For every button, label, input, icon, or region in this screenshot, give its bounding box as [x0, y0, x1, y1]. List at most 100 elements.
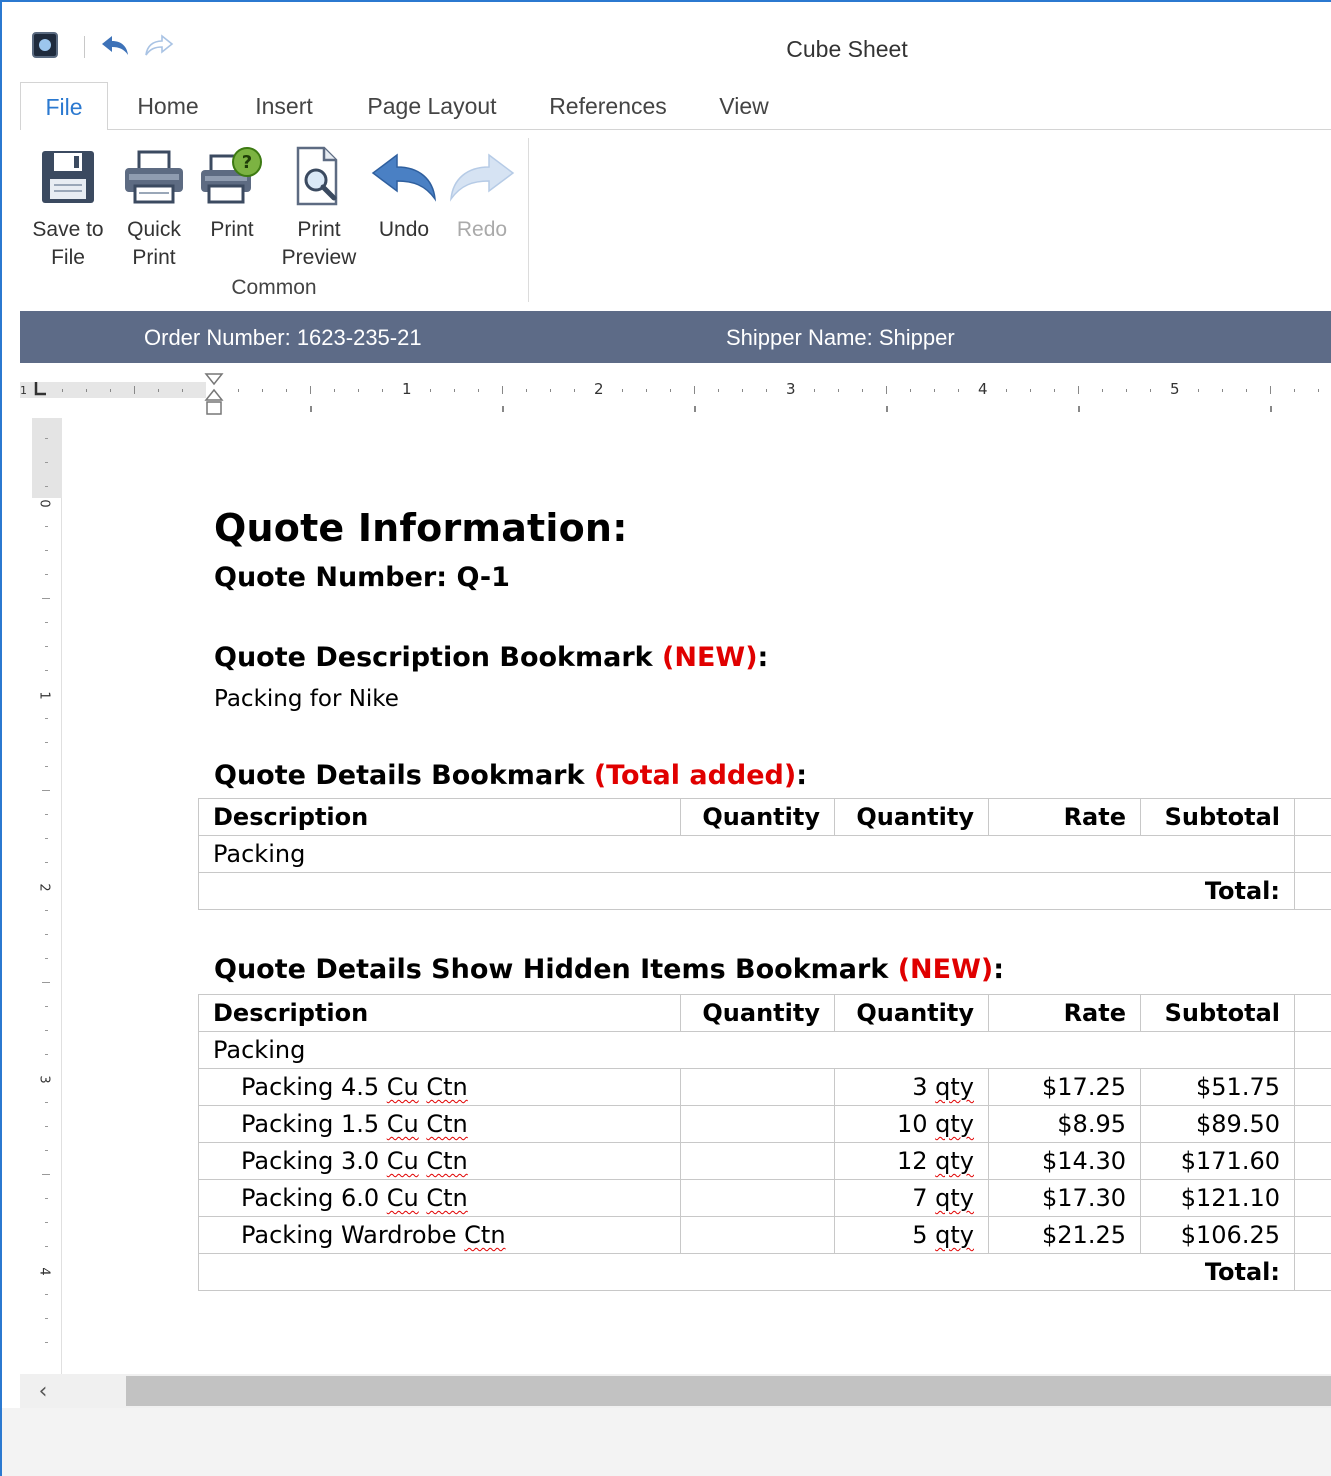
save-to-file-button[interactable]: Save to File — [26, 138, 110, 272]
quote-description-text: Packing for Nike — [214, 686, 399, 712]
cell — [1294, 1142, 1331, 1180]
item-quantity: 7 qty — [834, 1179, 989, 1217]
save-icon — [42, 151, 94, 203]
item-description: Packing 3.0 Cu Ctn — [198, 1142, 681, 1180]
cell — [1294, 872, 1331, 910]
hidden-items-heading-text: Quote Details Show Hidden Items Bookmark — [214, 954, 898, 985]
item-quantity: 10 qty — [834, 1105, 989, 1143]
vertical-ruler-graphic — [32, 418, 62, 1343]
cell — [1294, 1253, 1331, 1291]
undo-icon — [371, 153, 437, 202]
tab-file[interactable]: File — [20, 82, 108, 131]
horizontal-ruler[interactable]: 1 1 2 3 4 5 — [20, 370, 1331, 418]
item-subtotal: $106.25 — [1140, 1216, 1295, 1254]
cell — [680, 1105, 835, 1143]
item-quantity: 5 qty — [834, 1216, 989, 1254]
col-subtotal: Subtotal — [1140, 994, 1295, 1032]
svg-text:?: ? — [242, 152, 252, 173]
table-header-row: Description Quantity Quantity Rate Subto… — [198, 798, 1331, 836]
redo-label: Redo — [456, 218, 508, 241]
ribbon-tabs: File Home Insert Page Layout References … — [20, 82, 1331, 131]
item-quantity: 12 qty — [834, 1142, 989, 1180]
print-preview-label-1: Print — [297, 218, 341, 241]
heading-colon: : — [757, 642, 769, 673]
cell — [1294, 835, 1331, 873]
tab-page-layout[interactable]: Page Layout — [360, 82, 504, 130]
table-row: Packing 1.5 Cu Ctn 10 qty $8.95 $89.50 — [198, 1105, 1331, 1143]
scrollbar-thumb[interactable] — [126, 1376, 1331, 1406]
tab-insert[interactable]: Insert — [240, 82, 328, 130]
quote-number-heading: Quote Number: Q-1 — [214, 562, 510, 593]
print-preview-button[interactable]: Print Preview — [276, 138, 362, 272]
item-rate: $8.95 — [988, 1105, 1141, 1143]
order-number-text: Order Number: 1623-235-21 — [144, 325, 422, 350]
quick-print-button[interactable]: Quick Print — [120, 138, 188, 272]
shipper-name-text: Shipper Name: Shipper — [726, 325, 955, 350]
item-subtotal: $89.50 — [1140, 1105, 1295, 1143]
cell — [680, 1068, 835, 1106]
item-subtotal: $51.75 — [1140, 1068, 1295, 1106]
vruler-number-4: 4 — [36, 1267, 52, 1276]
document-page[interactable]: Quote Information: Quote Number: Q-1 Quo… — [62, 418, 1331, 1374]
status-bar — [2, 1408, 1331, 1476]
tab-view[interactable]: View — [706, 82, 782, 130]
item-rate: $17.25 — [988, 1068, 1141, 1106]
item-rate: $14.30 — [988, 1142, 1141, 1180]
ruler-number-1: 1 — [402, 380, 412, 398]
total-label: Total: — [198, 1253, 1295, 1291]
col-quantity-2: Quantity — [834, 994, 989, 1032]
cell — [1294, 1216, 1331, 1254]
vertical-ruler[interactable]: 0 1 2 3 4 — [32, 418, 62, 1374]
item-description: Packing 1.5 Cu Ctn — [198, 1105, 681, 1143]
col-rate: Rate — [988, 994, 1141, 1032]
heading-colon: : — [796, 760, 808, 791]
item-description: Packing 4.5 Cu Ctn — [198, 1068, 681, 1106]
vruler-number-1: 1 — [36, 691, 52, 700]
new-tag: (NEW) — [897, 954, 994, 985]
svg-text:1: 1 — [20, 384, 27, 397]
hidden-items-heading: Quote Details Show Hidden Items Bookmark… — [214, 954, 1004, 985]
undo-label: Undo — [378, 218, 430, 241]
vruler-number-3: 3 — [36, 1075, 52, 1084]
table-total-row: Total: — [198, 872, 1331, 910]
item-rate: $17.30 — [988, 1179, 1141, 1217]
redo-button[interactable]: Redo — [446, 138, 518, 244]
tab-home[interactable]: Home — [124, 82, 212, 130]
ruler-number-5: 5 — [1170, 380, 1180, 398]
group-label: Packing — [198, 1031, 1295, 1069]
app-window: Cube Sheet File Home Insert Page Layout … — [0, 0, 1331, 1476]
col-rate: Rate — [988, 798, 1141, 836]
item-quantity: 3 qty — [834, 1068, 989, 1106]
print-icon: ? — [201, 147, 262, 204]
scroll-left-button[interactable]: ‹ — [28, 1376, 58, 1406]
table-row: Packing 6.0 Cu Ctn 7 qty $17.30 $121.10 — [198, 1179, 1331, 1217]
redo-icon — [449, 153, 515, 202]
tab-references[interactable]: References — [544, 82, 672, 130]
col-extra — [1294, 994, 1331, 1032]
quote-information-heading: Quote Information: — [214, 506, 628, 550]
col-quantity-1: Quantity — [680, 798, 835, 836]
ruler-number-4: 4 — [978, 380, 988, 398]
quick-print-label-2: Print — [132, 246, 176, 269]
quote-details-table: Description Quantity Quantity Rate Subto… — [198, 798, 1331, 910]
quote-details-heading: Quote Details Bookmark (Total added): — [214, 760, 807, 791]
table-row: Packing — [198, 1031, 1331, 1069]
undo-button[interactable]: Undo — [368, 138, 440, 244]
col-quantity-2: Quantity — [834, 798, 989, 836]
col-description: Description — [198, 798, 681, 836]
total-label: Total: — [198, 872, 1295, 910]
quote-description-heading: Quote Description Bookmark (NEW): — [214, 642, 768, 673]
horizontal-scrollbar[interactable]: ‹ — [20, 1374, 1331, 1408]
item-rate: $21.25 — [988, 1216, 1141, 1254]
total-added-tag: (Total added) — [593, 760, 797, 791]
quote-details-heading-text: Quote Details Bookmark — [214, 760, 594, 791]
col-subtotal: Subtotal — [1140, 798, 1295, 836]
cell — [1294, 1031, 1331, 1069]
ruler-number-2: 2 — [594, 380, 604, 398]
quick-print-label-1: Quick — [127, 218, 181, 241]
item-description: Packing Wardrobe Ctn — [198, 1216, 681, 1254]
print-button[interactable]: ? Print — [198, 138, 266, 244]
table-row: Packing 3.0 Cu Ctn 12 qty $14.30 $171.60 — [198, 1142, 1331, 1180]
horizontal-ruler-graphic: 1 — [20, 370, 1331, 418]
window-title: Cube Sheet — [786, 36, 908, 62]
